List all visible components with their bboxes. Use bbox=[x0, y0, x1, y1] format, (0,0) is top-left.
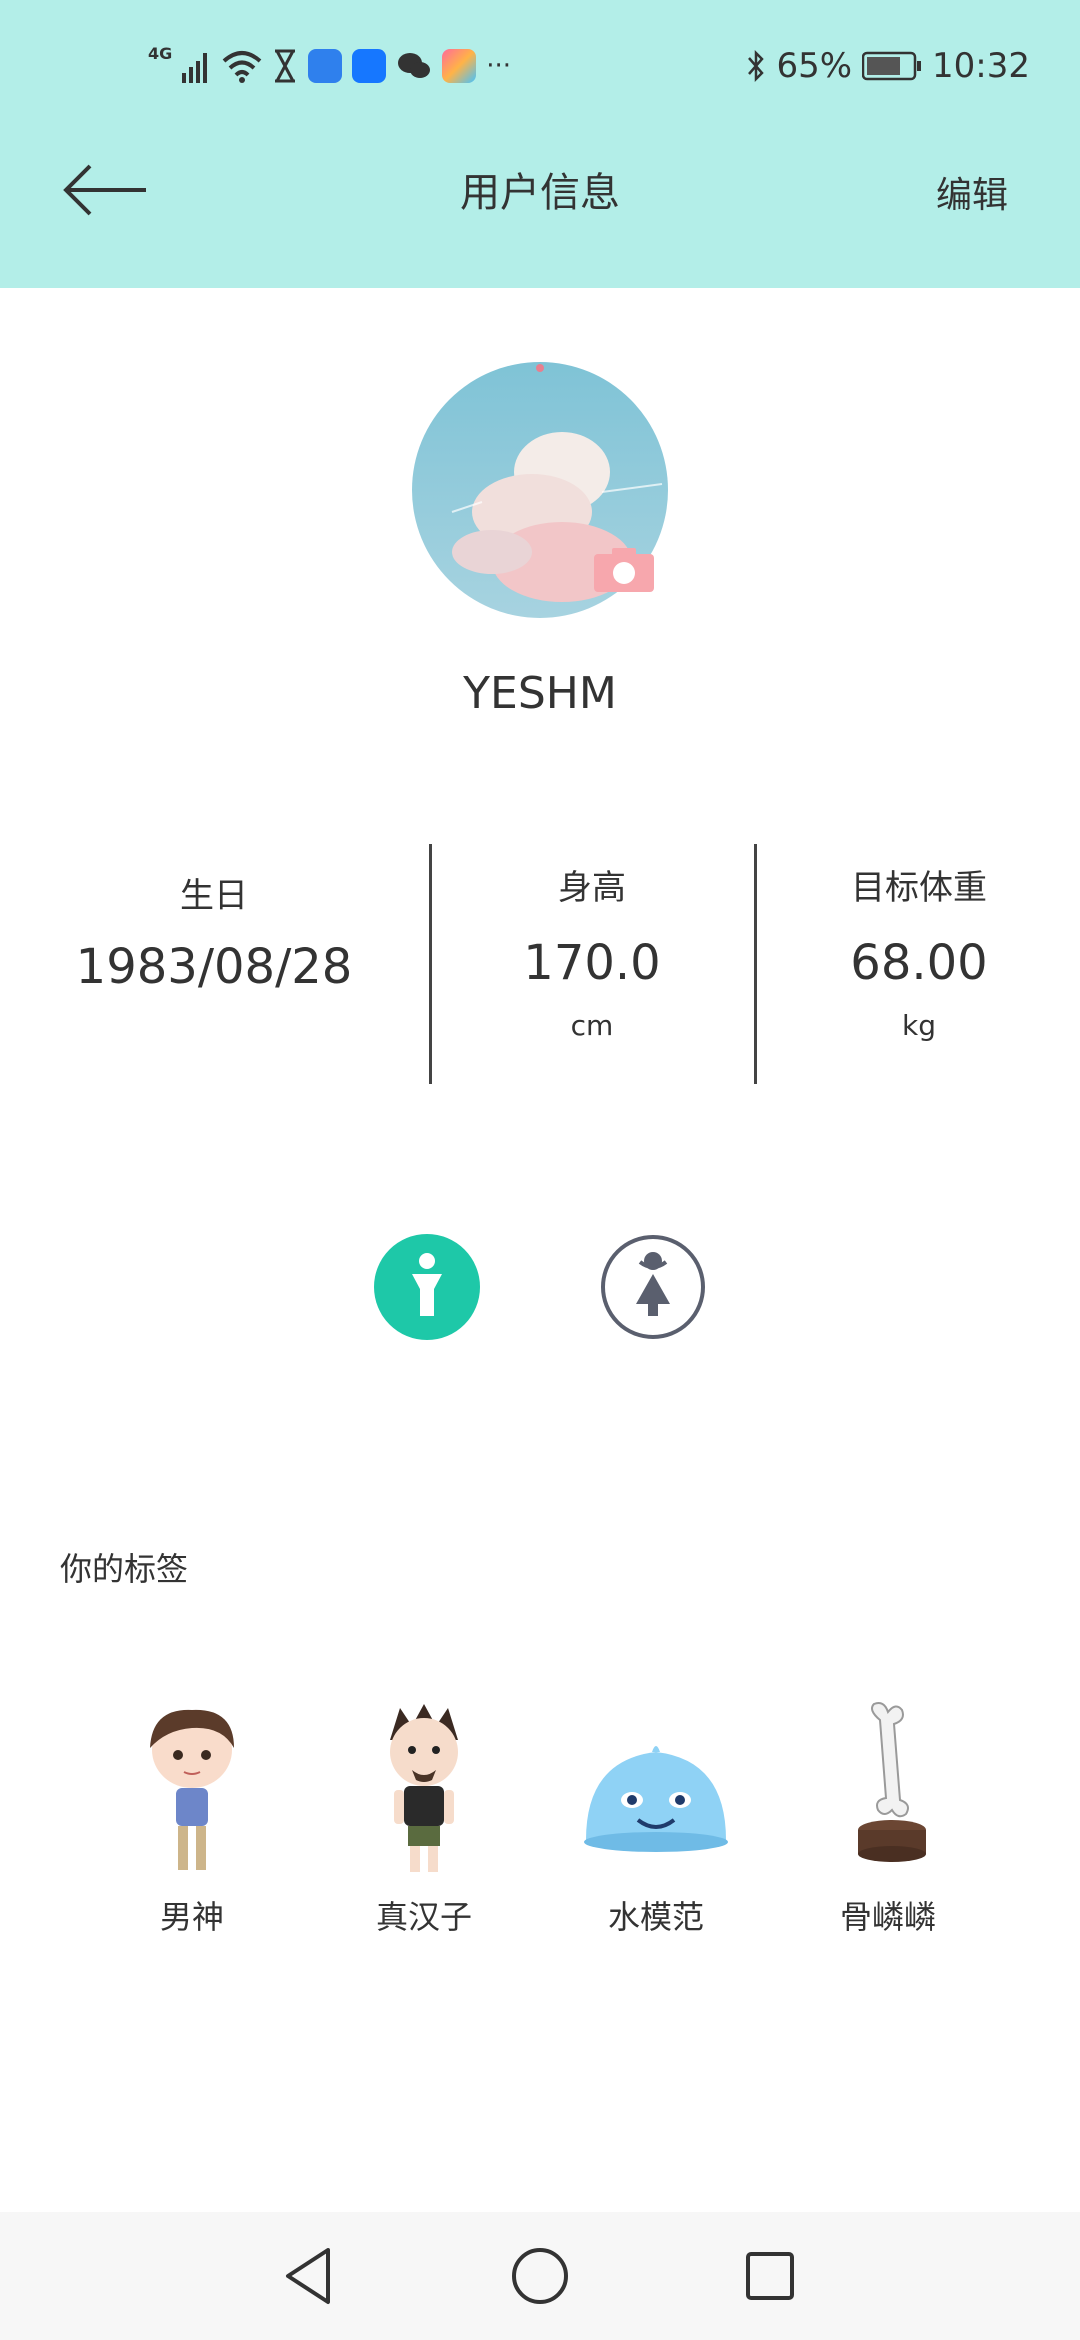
birthday-stat[interactable]: 生日 1983/08/28 bbox=[44, 868, 384, 995]
system-navigation-bar bbox=[0, 2212, 1080, 2340]
message-app-icon bbox=[308, 49, 343, 83]
wechat-icon bbox=[398, 53, 431, 78]
status-bar: 4G ··· 65% 10:32 bbox=[0, 0, 1080, 132]
clock: 10:32 bbox=[932, 46, 1030, 86]
avatar-container[interactable] bbox=[412, 362, 668, 618]
tag-item[interactable]: 男神 bbox=[92, 1700, 292, 1938]
bone-trophy-icon bbox=[858, 1702, 926, 1862]
tag-item[interactable]: 水模范 bbox=[556, 1700, 756, 1938]
tag-label: 真汉子 bbox=[375, 1898, 472, 1936]
network-type: 4G bbox=[148, 44, 173, 63]
water-blob-icon bbox=[584, 1746, 728, 1852]
camera-icon[interactable] bbox=[592, 546, 656, 594]
stat-value: 170.0 bbox=[523, 935, 661, 991]
tag-label: 水模范 bbox=[607, 1898, 704, 1936]
battery-percent: 65% bbox=[776, 46, 853, 86]
back-triangle-icon[interactable] bbox=[276, 2244, 340, 2308]
tag-label: 骨嶙嶙 bbox=[839, 1898, 936, 1936]
height-stat[interactable]: 身高 170.0 cm bbox=[442, 860, 742, 1042]
stat-unit: kg bbox=[902, 1009, 936, 1042]
alipay-app-icon bbox=[352, 49, 387, 83]
stat-label: 生日 bbox=[180, 876, 248, 916]
stat-label: 身高 bbox=[558, 868, 626, 908]
edit-button[interactable]: 编辑 bbox=[936, 166, 1008, 218]
signal-icon bbox=[182, 53, 208, 83]
hourglass-icon bbox=[275, 49, 296, 83]
recents-square-icon[interactable] bbox=[738, 2244, 802, 2308]
divider bbox=[429, 844, 432, 1084]
tag-item[interactable]: 骨嶙嶙 bbox=[788, 1700, 988, 1938]
handsome-guy-icon bbox=[150, 1709, 234, 1870]
tough-guy-icon bbox=[390, 1704, 458, 1872]
home-circle-icon[interactable] bbox=[508, 2244, 572, 2308]
stat-unit: cm bbox=[570, 1009, 614, 1042]
wifi-icon bbox=[222, 51, 262, 83]
status-icons-left: 4G ··· bbox=[148, 44, 511, 88]
gender-female-button[interactable] bbox=[600, 1234, 706, 1340]
tag-item[interactable]: 真汉子 bbox=[324, 1700, 524, 1938]
divider bbox=[754, 844, 757, 1084]
stat-value: 1983/08/28 bbox=[75, 939, 353, 995]
stat-value: 68.00 bbox=[850, 935, 988, 991]
stat-label: 目标体重 bbox=[851, 868, 987, 908]
tags-section-title: 你的标签 bbox=[60, 1550, 189, 1588]
female-icon bbox=[601, 1235, 705, 1339]
tag-label: 男神 bbox=[159, 1898, 224, 1936]
username: YESHM bbox=[463, 668, 617, 719]
brush-app-icon bbox=[442, 49, 477, 83]
bluetooth-icon bbox=[748, 49, 765, 83]
target-weight-stat[interactable]: 目标体重 68.00 kg bbox=[770, 860, 1068, 1042]
status-icons-right: 65% 10:32 bbox=[746, 44, 1030, 88]
page-title: 用户信息 bbox=[460, 170, 620, 216]
male-icon bbox=[374, 1234, 480, 1340]
gender-male-button[interactable] bbox=[374, 1234, 480, 1340]
more-notifications-icon: ··· bbox=[486, 51, 512, 81]
battery-icon bbox=[862, 51, 922, 81]
